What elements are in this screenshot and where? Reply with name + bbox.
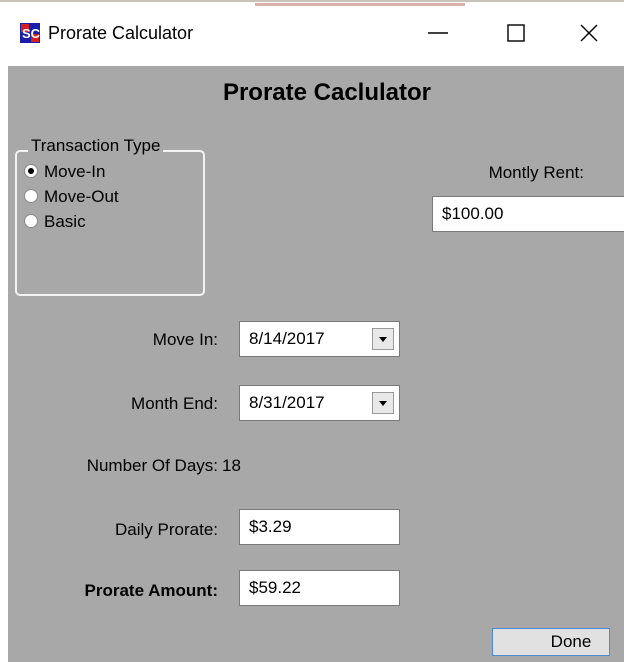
title-bar: SC Prorate Calculator	[0, 0, 624, 66]
month-end-date-value: 8/31/2017	[249, 393, 325, 412]
form-heading: Prorate Caclulator	[222, 79, 432, 106]
move-in-date-value: 8/14/2017	[249, 329, 325, 348]
radio-label-move-in: Move-In	[44, 162, 106, 181]
move-in-label: Move In:	[152, 330, 218, 349]
move-in-dropdown-button[interactable]	[372, 328, 394, 350]
radio-unselected-indicator	[24, 214, 38, 228]
radio-unselected-indicator	[24, 189, 38, 203]
minimize-button[interactable]	[403, 10, 473, 56]
daily-prorate-label: Daily Prorate:	[115, 520, 218, 539]
month-end-dropdown-button[interactable]	[372, 392, 394, 414]
monthly-rent-input[interactable]: $100.00	[432, 196, 624, 232]
month-end-label: Month End:	[131, 394, 218, 413]
radio-label-basic: Basic	[44, 212, 86, 231]
window-top-border	[0, 0, 624, 2]
window-title: Prorate Calculator	[48, 23, 194, 43]
number-of-days-label: Number Of Days:	[86, 456, 218, 475]
window-top-accent	[255, 3, 465, 6]
radio-label-move-out: Move-Out	[44, 187, 119, 206]
chevron-down-icon	[379, 337, 387, 342]
close-button[interactable]	[554, 10, 624, 56]
transaction-type-legend: Transaction Type	[28, 135, 164, 157]
prorate-amount-label: Prorate Amount:	[84, 581, 219, 600]
chevron-down-icon	[379, 401, 387, 406]
close-icon	[580, 24, 598, 42]
svg-text:SC: SC	[22, 26, 40, 41]
daily-prorate-field[interactable]: $3.29	[239, 509, 400, 545]
maximize-icon	[507, 24, 525, 42]
radio-selected-indicator	[24, 164, 38, 178]
app-logo-icon: SC	[20, 23, 40, 43]
minimize-icon	[428, 32, 448, 34]
number-of-days-value: 18	[222, 456, 241, 475]
done-button[interactable]: Done	[492, 628, 610, 656]
monthly-rent-label: Montly Rent:	[488, 163, 584, 182]
maximize-button[interactable]	[481, 10, 551, 56]
prorate-amount-field[interactable]: $59.22	[239, 570, 400, 606]
